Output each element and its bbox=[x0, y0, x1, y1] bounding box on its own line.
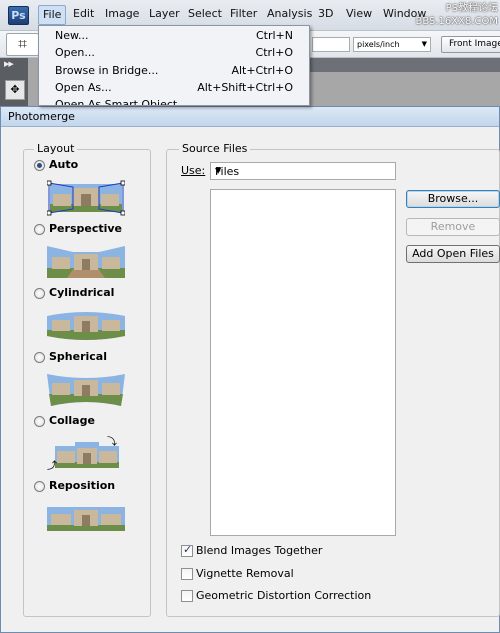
checkbox-label: Vignette Removal bbox=[196, 567, 294, 580]
blend-images-checkbox[interactable] bbox=[181, 543, 193, 557]
menu-image[interactable]: Image bbox=[105, 7, 139, 20]
source-files-legend: Source Files bbox=[179, 142, 251, 155]
menu-item-label: New... bbox=[55, 29, 89, 42]
use-label: Use: bbox=[181, 164, 206, 177]
menu-item-new[interactable]: New... Ctrl+N bbox=[39, 27, 309, 44]
radio-label: Reposition bbox=[49, 479, 116, 492]
use-select[interactable]: Files ▼ bbox=[210, 162, 396, 180]
remove-button[interactable]: Remove bbox=[406, 218, 500, 236]
vignette-removal-checkbox[interactable] bbox=[181, 568, 193, 580]
crop-icon[interactable]: ⌗ bbox=[6, 33, 39, 56]
menu-select[interactable]: Select bbox=[188, 7, 222, 20]
watermark-line-1: PS教程论坛 bbox=[445, 3, 498, 14]
checkbox-label: Blend Images Together bbox=[196, 544, 323, 557]
menu-item-label: Open As Smart Object... bbox=[55, 98, 188, 106]
spherical-thumbnail bbox=[47, 374, 125, 406]
menu-edit[interactable]: Edit bbox=[73, 7, 94, 20]
menu-item-label: Open As... bbox=[55, 81, 112, 94]
dialog-titlebar[interactable]: Photomerge bbox=[1, 107, 499, 127]
watermark: PS教程论坛 BBS.16XX8.COM bbox=[415, 2, 498, 28]
tools-panel: ▶▶ ✥ bbox=[0, 58, 28, 106]
auto-thumbnail bbox=[47, 180, 125, 216]
menu-item-shortcut: Alt+Shift+Ctrl+O bbox=[197, 81, 293, 94]
chevron-down-icon: ▼ bbox=[215, 166, 222, 175]
radio-label: Spherical bbox=[49, 350, 107, 363]
menu-3d[interactable]: 3D bbox=[318, 7, 333, 20]
collage-thumbnail: ⤵ ⤴ bbox=[47, 436, 119, 472]
file-menu-dropdown: New... Ctrl+N Open... Ctrl+O Browse in B… bbox=[38, 25, 310, 106]
radio-label: Cylindrical bbox=[49, 286, 115, 299]
add-open-files-button[interactable]: Add Open Files bbox=[406, 245, 500, 263]
collapse-icon[interactable]: ▶▶ bbox=[4, 60, 14, 68]
source-files-list[interactable] bbox=[210, 189, 396, 536]
reposition-thumbnail bbox=[47, 507, 125, 531]
menu-item-browse-in-bridge[interactable]: Browse in Bridge... Alt+Ctrl+O bbox=[39, 62, 309, 79]
radio-button[interactable] bbox=[34, 352, 45, 363]
radio-label: Perspective bbox=[49, 222, 123, 235]
chevron-down-icon: ▼ bbox=[421, 40, 427, 48]
resolution-input[interactable] bbox=[312, 37, 350, 52]
dialog-title: Photomerge bbox=[8, 110, 75, 123]
radio-label: Auto bbox=[49, 158, 79, 171]
perspective-thumbnail bbox=[47, 246, 125, 278]
menu-item-open-as-smart-object[interactable]: Open As Smart Object... bbox=[39, 96, 309, 106]
document-tab-bar bbox=[310, 58, 500, 72]
menu-filter[interactable]: Filter bbox=[230, 7, 257, 20]
geometric-distortion-checkbox[interactable] bbox=[181, 590, 193, 602]
move-icon[interactable]: ✥ bbox=[5, 80, 25, 100]
menu-item-open-as[interactable]: Open As... Alt+Shift+Ctrl+O bbox=[39, 79, 309, 96]
watermark-line-2: BBS.16XX8.COM bbox=[415, 16, 498, 27]
menu-item-label: Open... bbox=[55, 46, 95, 59]
rotate-icon: ⤴ bbox=[47, 459, 57, 472]
menu-item-shortcut: Ctrl+O bbox=[255, 46, 293, 59]
menu-item-shortcut: Alt+Ctrl+O bbox=[231, 64, 293, 77]
menu-file[interactable]: File bbox=[38, 5, 67, 25]
front-image-button[interactable]: Front Image bbox=[441, 36, 500, 53]
radio-button[interactable] bbox=[34, 224, 45, 235]
resolution-units-select[interactable]: pixels/inch ▼ bbox=[353, 37, 431, 52]
browse-button[interactable]: Browse... bbox=[406, 190, 500, 208]
menu-view[interactable]: View bbox=[346, 7, 372, 20]
menu-analysis[interactable]: Analysis bbox=[267, 7, 312, 20]
photoshop-logo: Ps bbox=[8, 6, 29, 25]
radio-button[interactable] bbox=[34, 160, 45, 171]
menu-layer[interactable]: Layer bbox=[149, 7, 180, 20]
menu-item-open[interactable]: Open... Ctrl+O bbox=[39, 44, 309, 61]
menu-item-shortcut: Ctrl+N bbox=[255, 29, 293, 42]
resolution-units-value: pixels/inch bbox=[357, 40, 400, 49]
radio-label: Collage bbox=[49, 414, 95, 427]
menu-item-label: Browse in Bridge... bbox=[55, 64, 159, 77]
layout-legend: Layout bbox=[34, 142, 78, 155]
radio-button[interactable] bbox=[34, 481, 45, 492]
rotate-icon: ⤵ bbox=[107, 436, 117, 448]
checkbox-label: Geometric Distortion Correction bbox=[196, 589, 372, 602]
cylindrical-thumbnail bbox=[47, 312, 125, 340]
radio-button[interactable] bbox=[34, 288, 45, 299]
layout-group: Layout Auto Perspective Cylindrical Sphe… bbox=[23, 142, 151, 617]
photomerge-dialog: Photomerge Layout Auto Perspective Cylin… bbox=[0, 106, 500, 633]
radio-button[interactable] bbox=[34, 416, 45, 427]
